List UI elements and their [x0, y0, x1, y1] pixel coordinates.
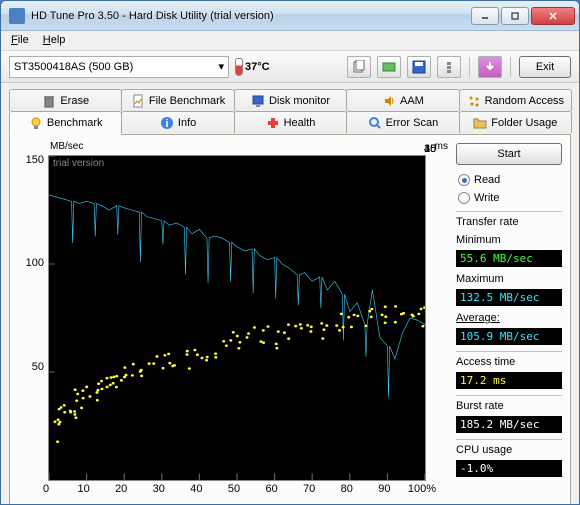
benchmark-panel: MB/sec ms 50100150 153045 trial version …: [9, 134, 571, 505]
random-icon: [467, 94, 481, 108]
average-label: Average:: [456, 312, 562, 324]
bulb-icon: [29, 116, 43, 130]
watermark: trial version: [53, 158, 104, 169]
window-title: HD Tune Pro 3.50 - Hard Disk Utility (tr…: [31, 10, 469, 22]
copy-info-button[interactable]: [347, 56, 371, 78]
y-axis-left-unit: MB/sec: [50, 141, 83, 152]
svg-text:i: i: [165, 118, 168, 130]
menu-file[interactable]: File: [5, 33, 35, 48]
y-axis-right-unit: ms: [435, 141, 448, 152]
trash-icon: [42, 94, 56, 108]
transfer-rate-label: Transfer rate: [456, 211, 562, 228]
titlebar[interactable]: HD Tune Pro 3.50 - Hard Disk Utility (tr…: [1, 1, 579, 31]
tab-folder-usage[interactable]: Folder Usage: [459, 111, 572, 133]
app-window: HD Tune Pro 3.50 - Hard Disk Utility (tr…: [0, 0, 580, 505]
dropdown-arrow-icon: ▾: [218, 60, 224, 73]
info-icon: i: [160, 116, 174, 130]
save-button[interactable]: [407, 56, 431, 78]
speaker-icon: [382, 94, 396, 108]
temperature-display: 37°C: [235, 58, 270, 76]
toolbar: ST3500418AS (500 GB) ▾ 37°C Exit: [1, 51, 579, 83]
tab-health[interactable]: Health: [234, 111, 347, 133]
skip-button[interactable]: [478, 56, 502, 78]
tab-aam[interactable]: AAM: [346, 89, 459, 111]
drive-select-value: ST3500418AS (500 GB): [14, 61, 133, 73]
radio-icon: [458, 174, 470, 186]
tab-disk-monitor[interactable]: Disk monitor: [234, 89, 347, 111]
tab-area: EraseFile BenchmarkDisk monitorAAMRandom…: [1, 83, 579, 505]
chart-canvas: trial version: [48, 155, 426, 481]
x-axis: 0102030405060708090100%: [46, 483, 422, 497]
tab-benchmark[interactable]: Benchmark: [9, 111, 122, 135]
app-icon: [9, 8, 25, 24]
tab-file-benchmark[interactable]: File Benchmark: [121, 89, 234, 111]
options-button[interactable]: [437, 56, 461, 78]
burst-rate-label: Burst rate: [456, 395, 562, 412]
toolbar-divider-2: [510, 57, 511, 77]
tab-info[interactable]: iInfo: [121, 111, 234, 133]
minimum-label: Minimum: [456, 234, 562, 246]
read-radio[interactable]: Read: [456, 173, 562, 187]
side-panel: Start Read Write Transfer rate Minimum 5…: [456, 143, 562, 497]
scan-icon: [368, 116, 382, 130]
start-button[interactable]: Start: [456, 143, 562, 165]
thermometer-icon: [235, 58, 243, 76]
maximize-button[interactable]: [501, 7, 529, 25]
monitor-icon: [251, 94, 265, 108]
folder-icon: [473, 116, 487, 130]
maximum-label: Maximum: [456, 273, 562, 285]
cpu-usage-value: -1.0%: [456, 460, 562, 477]
burst-rate-value: 185.2 MB/sec: [456, 416, 562, 433]
close-button[interactable]: [531, 7, 575, 25]
chart-area: MB/sec ms 50100150 153045 trial version …: [18, 143, 450, 497]
menu-help[interactable]: Help: [37, 33, 72, 48]
toolbar-divider: [469, 57, 470, 77]
minimize-button[interactable]: [471, 7, 499, 25]
tab-row-1: EraseFile BenchmarkDisk monitorAAMRandom…: [9, 89, 571, 111]
tab-erase[interactable]: Erase: [9, 89, 122, 111]
screenshot-button[interactable]: [377, 56, 401, 78]
tab-random-access[interactable]: Random Access: [459, 89, 572, 111]
y-axis-left: 50100150: [18, 143, 46, 497]
radio-icon: [458, 192, 470, 204]
access-time-value: 17.2 ms: [456, 372, 562, 389]
cpu-usage-label: CPU usage: [456, 439, 562, 456]
tab-row-2: BenchmarkiInfoHealthError ScanFolder Usa…: [9, 111, 571, 134]
tab-error-scan[interactable]: Error Scan: [346, 111, 459, 133]
file-icon: [131, 94, 145, 108]
maximum-value: 132.5 MB/sec: [456, 289, 562, 306]
drive-select[interactable]: ST3500418AS (500 GB) ▾: [9, 56, 229, 78]
minimum-value: 55.6 MB/sec: [456, 250, 562, 267]
average-value: 105.9 MB/sec: [456, 328, 562, 345]
exit-button[interactable]: Exit: [519, 56, 571, 78]
health-icon: [266, 116, 280, 130]
access-time-label: Access time: [456, 351, 562, 368]
write-radio[interactable]: Write: [456, 191, 562, 205]
menubar: File Help: [1, 31, 579, 51]
